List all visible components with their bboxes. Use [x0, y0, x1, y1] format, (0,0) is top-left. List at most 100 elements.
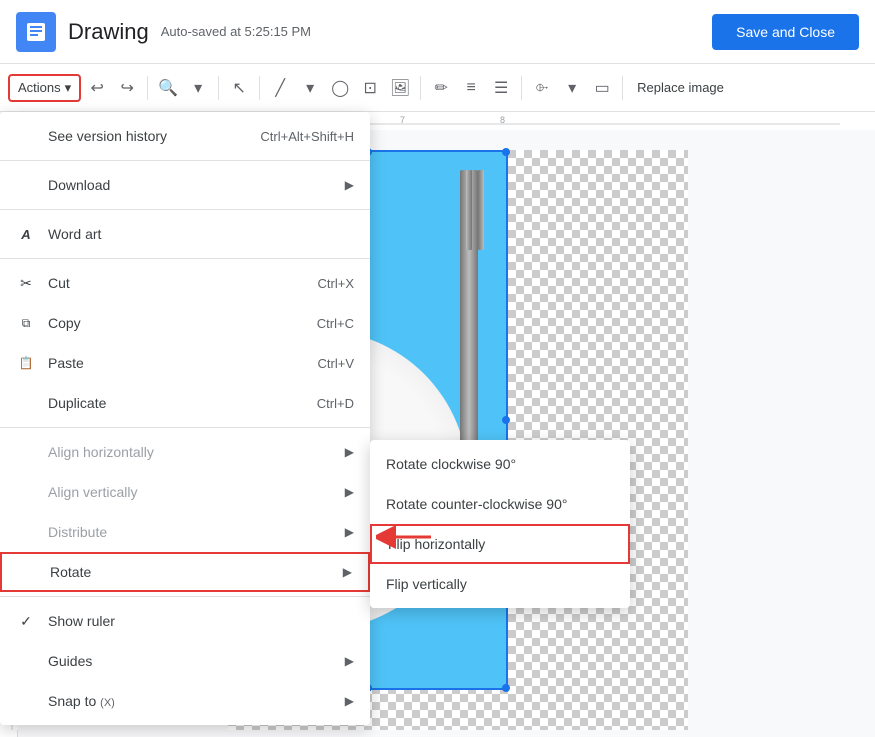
rotate-label: Rotate	[50, 564, 91, 580]
copy-icon: ⧉	[16, 313, 36, 333]
ruler-check-icon: ✓	[16, 613, 36, 630]
divider-1	[0, 160, 370, 161]
actions-button[interactable]: Actions ▾	[8, 74, 81, 102]
version-history-icon	[16, 126, 36, 146]
word-art-icon: A	[16, 224, 36, 244]
image-tool[interactable]: 🖼	[386, 74, 414, 102]
cut-shortcut: Ctrl+X	[318, 276, 354, 291]
line-tool[interactable]: ╱	[266, 74, 294, 102]
sep1	[147, 76, 148, 100]
sep2	[218, 76, 219, 100]
snap-to-icon	[16, 691, 36, 711]
crop-tool[interactable]: ⌱	[528, 74, 556, 102]
shape-tool[interactable]: ◯	[326, 74, 354, 102]
select-tool[interactable]: ↖	[225, 74, 253, 102]
snap-to-arrow: ▶	[345, 694, 354, 708]
actions-label: Actions	[18, 80, 61, 95]
autosave-label: Auto-saved at 5:25:15 PM	[161, 24, 311, 39]
menu-item-version-history[interactable]: See version history Ctrl+Alt+Shift+H	[0, 116, 370, 156]
divider-3	[0, 258, 370, 259]
app-title: Drawing	[68, 19, 149, 45]
align-v-arrow: ▶	[345, 485, 354, 499]
menu-item-copy[interactable]: ⧉ Copy Ctrl+C	[0, 303, 370, 343]
menu-item-show-ruler[interactable]: ✓ Show ruler	[0, 601, 370, 641]
submenu-item-rotate-cw[interactable]: Rotate clockwise 90°	[370, 444, 630, 484]
menu-item-word-art[interactable]: A Word art	[0, 214, 370, 254]
redo-button[interactable]: ↪	[113, 74, 141, 102]
align-h-label: Align horizontally	[48, 444, 154, 460]
divider-4	[0, 427, 370, 428]
line-arrow[interactable]: ▾	[296, 74, 324, 102]
paste-shortcut: Ctrl+V	[318, 356, 354, 371]
header-left: Drawing Auto-saved at 5:25:15 PM	[16, 12, 311, 52]
highlight-arrow	[376, 522, 436, 557]
rotate-icon	[18, 562, 38, 582]
toolbar: Actions ▾ ↩ ↪ 🔍 ▾ ↖ ╱ ▾ ◯ ⊡ 🖼 ✏ ≡ ☰ ⌱ ▾ …	[0, 64, 875, 112]
copy-label: Copy	[48, 315, 81, 331]
svg-text:8: 8	[500, 115, 505, 125]
actions-arrow-icon: ▾	[65, 80, 72, 96]
zoom-button[interactable]: 🔍	[154, 74, 182, 102]
submenu-item-rotate-ccw[interactable]: Rotate counter-clockwise 90°	[370, 484, 630, 524]
sep3	[259, 76, 260, 100]
distribute-arrow: ▶	[345, 525, 354, 539]
align-h-arrow: ▶	[345, 445, 354, 459]
menu-item-align-v[interactable]: Align vertically ▶	[0, 472, 370, 512]
menu-item-download[interactable]: Download ▶	[0, 165, 370, 205]
version-history-label: See version history	[48, 128, 167, 144]
align-v-icon	[16, 482, 36, 502]
sep4	[420, 76, 421, 100]
paint-tool[interactable]: ✏	[427, 74, 455, 102]
copy-shortcut: Ctrl+C	[317, 316, 354, 331]
replace-image-button[interactable]: Replace image	[629, 76, 732, 99]
rotate-arrow: ▶	[343, 565, 352, 579]
menu-item-distribute[interactable]: Distribute ▶	[0, 512, 370, 552]
bg-tool[interactable]: ▭	[588, 74, 616, 102]
crop-arrow[interactable]: ▾	[558, 74, 586, 102]
download-arrow: ▶	[345, 178, 354, 192]
align-v-label: Align vertically	[48, 484, 137, 500]
format2-tool[interactable]: ☰	[487, 74, 515, 102]
duplicate-label: Duplicate	[48, 395, 106, 411]
sep6	[622, 76, 623, 100]
sep5	[521, 76, 522, 100]
divider-2	[0, 209, 370, 210]
zoom-arrow[interactable]: ▾	[184, 74, 212, 102]
menu-item-align-h[interactable]: Align horizontally ▶	[0, 432, 370, 472]
align-h-icon	[16, 442, 36, 462]
format-tool[interactable]: ≡	[457, 74, 485, 102]
menu-item-paste[interactable]: 📋 Paste Ctrl+V	[0, 343, 370, 383]
rotate-ccw-label: Rotate counter-clockwise 90°	[386, 496, 567, 512]
guides-icon	[16, 651, 36, 671]
distribute-label: Distribute	[48, 524, 107, 540]
word-art-label: Word art	[48, 226, 101, 242]
menu-item-duplicate[interactable]: Duplicate Ctrl+D	[0, 383, 370, 423]
guides-label: Guides	[48, 653, 92, 669]
menu-item-snap-to[interactable]: Snap to (X) ▶	[0, 681, 370, 721]
divider-5	[0, 596, 370, 597]
cut-icon: ✂	[16, 273, 36, 293]
textbox-tool[interactable]: ⊡	[356, 74, 384, 102]
save-close-button[interactable]: Save and Close	[712, 14, 859, 50]
menu-item-rotate[interactable]: Rotate ▶	[0, 552, 370, 592]
undo-button[interactable]: ↩	[83, 74, 111, 102]
cut-label: Cut	[48, 275, 70, 291]
version-history-shortcut: Ctrl+Alt+Shift+H	[260, 129, 354, 144]
guides-arrow: ▶	[345, 654, 354, 668]
menu-item-cut[interactable]: ✂ Cut Ctrl+X	[0, 263, 370, 303]
show-ruler-label: Show ruler	[48, 613, 115, 629]
duplicate-icon	[16, 393, 36, 413]
paste-label: Paste	[48, 355, 84, 371]
menu-item-guides[interactable]: Guides ▶	[0, 641, 370, 681]
download-label: Download	[48, 177, 110, 193]
distribute-icon	[16, 522, 36, 542]
paste-icon: 📋	[16, 353, 36, 373]
rotate-cw-label: Rotate clockwise 90°	[386, 456, 516, 472]
submenu-item-flip-v[interactable]: Flip vertically	[370, 564, 630, 604]
svg-text:7: 7	[400, 115, 405, 125]
snap-to-label: Snap to (X)	[48, 693, 115, 709]
flip-v-label: Flip vertically	[386, 576, 467, 592]
app-icon	[16, 12, 56, 52]
download-icon	[16, 175, 36, 195]
actions-dropdown: See version history Ctrl+Alt+Shift+H Dow…	[0, 112, 370, 725]
